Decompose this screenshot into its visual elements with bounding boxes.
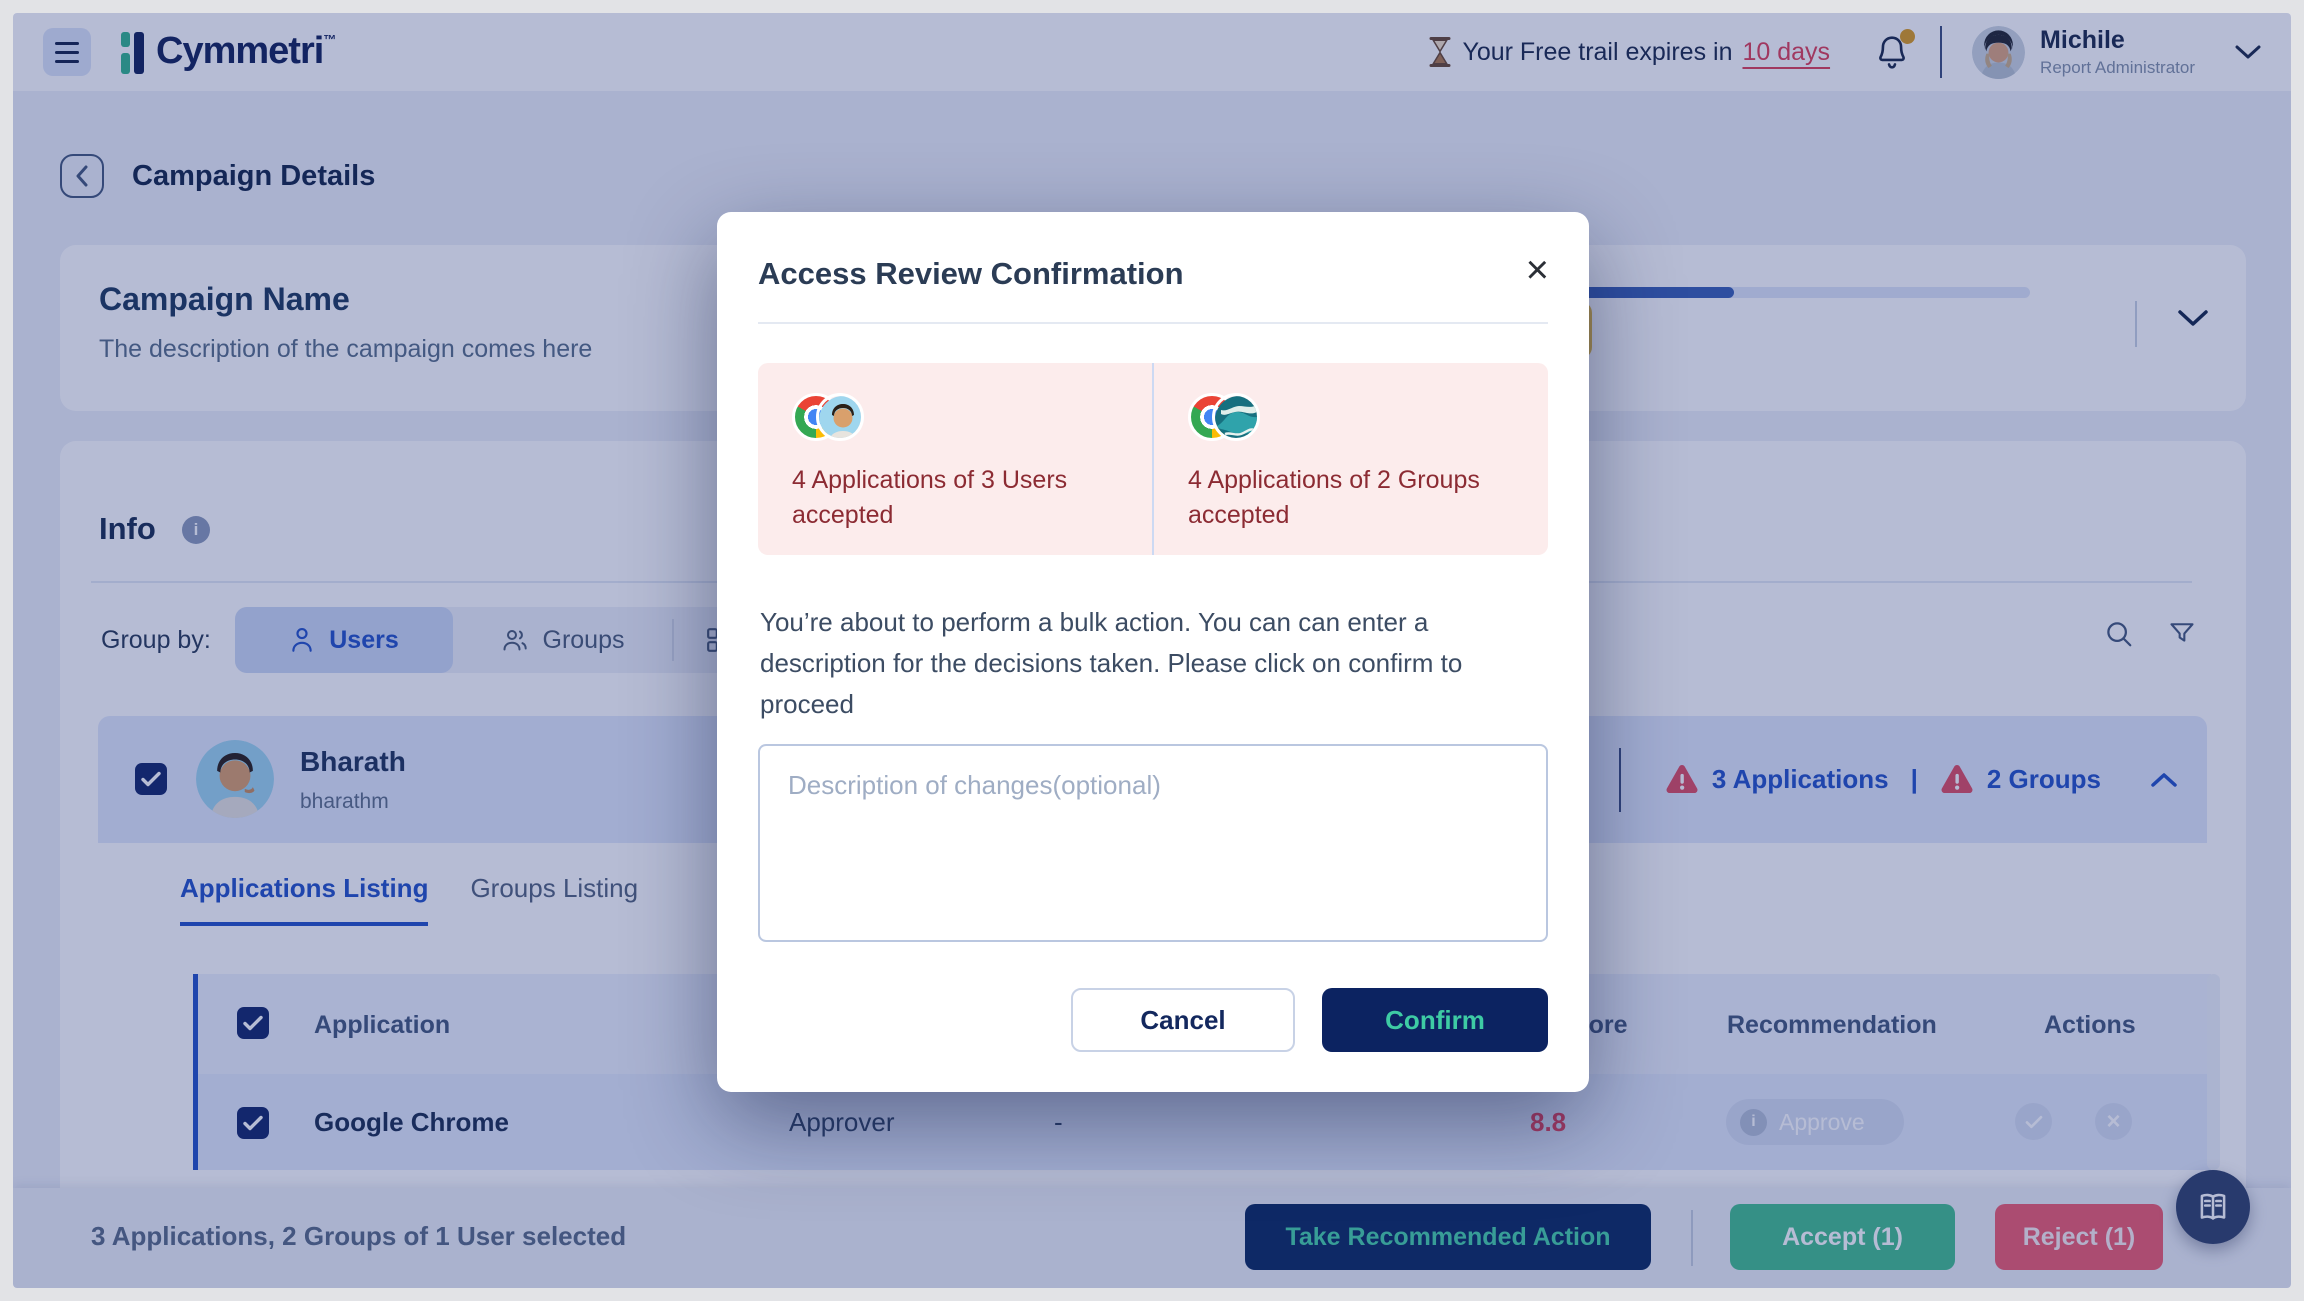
groups-summary-line1: 4 Applications of 2 Groups xyxy=(1188,463,1528,498)
screen: Cymmetri ™ Your Free trail expires in 10… xyxy=(0,0,2304,1301)
modal-divider xyxy=(758,322,1548,324)
confirm-button[interactable]: Confirm xyxy=(1322,988,1548,1052)
access-review-confirmation-modal: Access Review Confirmation × 4 Applicati… xyxy=(717,212,1589,1092)
modal-close-button[interactable]: × xyxy=(1526,250,1549,290)
modal-body-text: You’re about to perform a bulk action. Y… xyxy=(760,602,1546,725)
group-avatar-thumb xyxy=(1212,393,1260,441)
groups-summary-avatars xyxy=(1188,391,1528,443)
users-summary-avatars xyxy=(792,391,1132,443)
users-summary: 4 Applications of 3 Users accepted xyxy=(758,363,1152,555)
cancel-button[interactable]: Cancel xyxy=(1071,988,1295,1052)
description-textarea[interactable] xyxy=(758,744,1548,942)
modal-title: Access Review Confirmation xyxy=(758,256,1184,292)
users-summary-line2: accepted xyxy=(792,498,1132,533)
acceptance-summary-card: 4 Applications of 3 Users accepted 4 App… xyxy=(758,363,1548,555)
users-summary-text: 4 Applications of 3 Users accepted xyxy=(792,463,1132,533)
groups-summary-text: 4 Applications of 2 Groups accepted xyxy=(1188,463,1528,533)
user-avatar-thumb xyxy=(816,393,864,441)
modal-buttons: Cancel Confirm xyxy=(1071,988,1548,1052)
groups-summary-line2: accepted xyxy=(1188,498,1528,533)
groups-summary: 4 Applications of 2 Groups accepted xyxy=(1152,363,1548,555)
app-window: Cymmetri ™ Your Free trail expires in 10… xyxy=(13,13,2291,1288)
users-summary-line1: 4 Applications of 3 Users xyxy=(792,463,1132,498)
